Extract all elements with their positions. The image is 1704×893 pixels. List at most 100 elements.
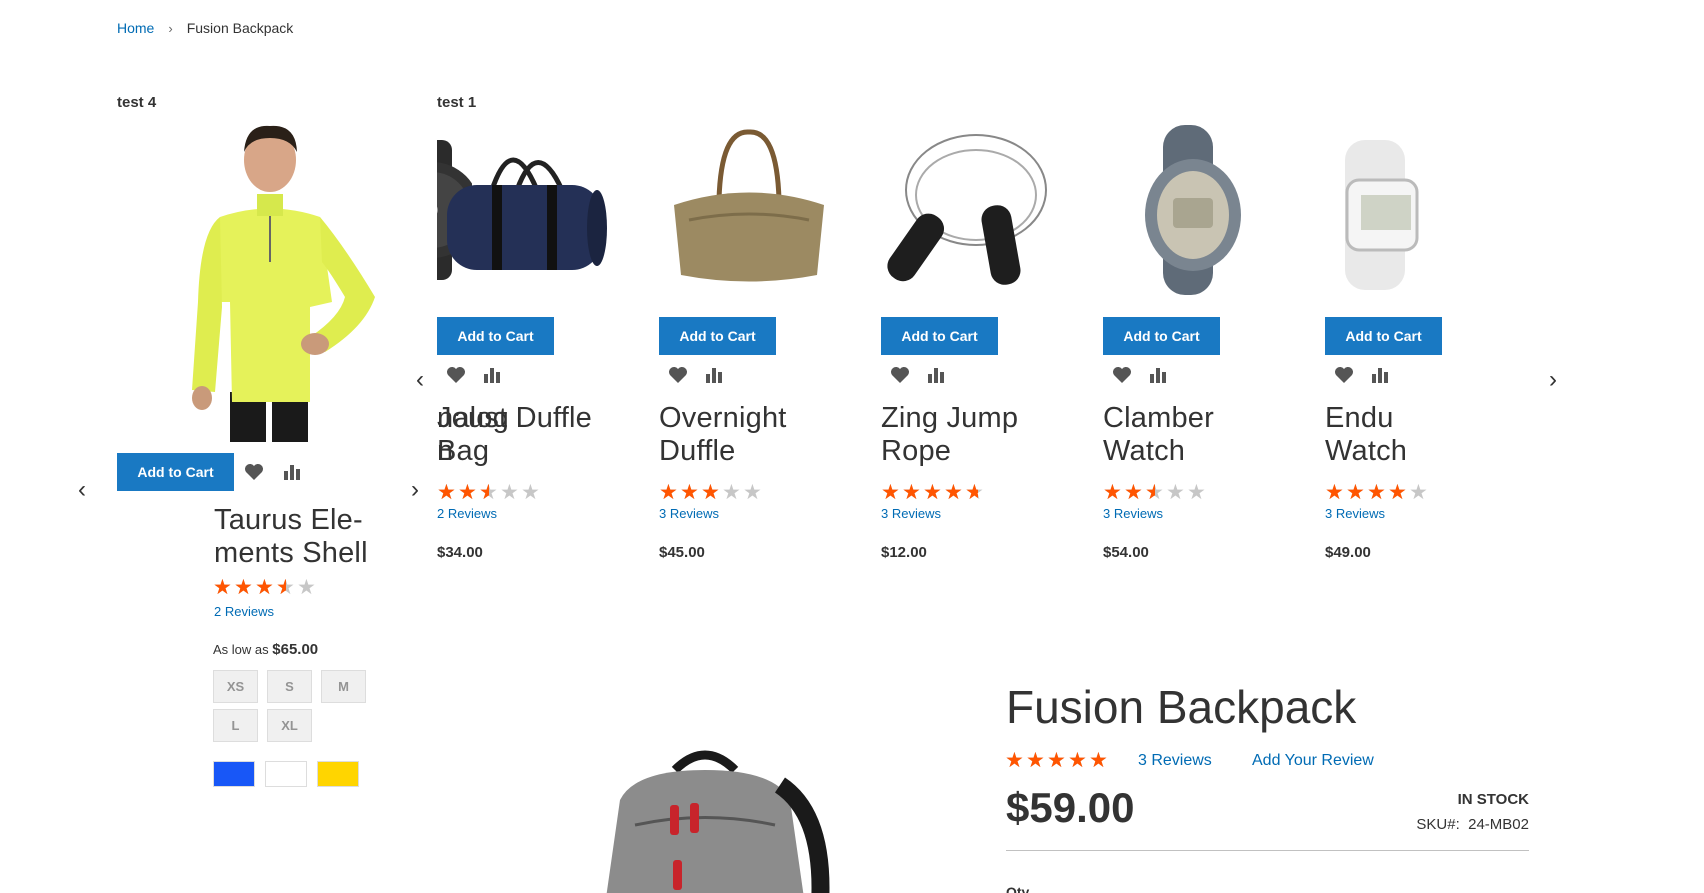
reviews-link[interactable]: 3 Reviews <box>1325 506 1385 521</box>
product-name-line2: Duffle <box>659 435 736 467</box>
main-product-image-backpack[interactable] <box>565 745 845 893</box>
product-name-link[interactable]: Overnight Duffle <box>659 402 859 468</box>
breadcrumb: Home › Fusion Backpack <box>117 20 293 36</box>
size-swatch-l[interactable]: L <box>213 709 258 742</box>
product-name-link[interactable]: Taurus Ele- ments Shell <box>214 504 414 570</box>
star-icon: ★★ <box>297 576 316 599</box>
size-swatch-xs[interactable]: XS <box>213 670 258 703</box>
price-value: $34.00 <box>437 544 483 561</box>
add-your-review-link[interactable]: Add Your Review <box>1252 752 1374 770</box>
star-icon: ★★ <box>1005 749 1024 772</box>
compare-icon[interactable] <box>701 362 727 388</box>
star-icon: ★★ <box>437 481 456 504</box>
reviews-link[interactable]: 3 Reviews <box>659 506 719 521</box>
star-icon: ★★ <box>213 576 232 599</box>
compare-icon[interactable] <box>1367 362 1393 388</box>
color-swatches <box>213 761 359 787</box>
star-icon: ★★ <box>1367 481 1386 504</box>
product-name-line1: Joust Duffle <box>437 402 593 434</box>
star-icon: ★★ <box>1103 481 1122 504</box>
slider-next-arrow-icon[interactable]: › <box>405 476 425 504</box>
star-icon: ★★ <box>881 481 900 504</box>
wishlist-heart-icon[interactable] <box>443 362 469 388</box>
product-actions <box>887 362 949 388</box>
compare-icon[interactable] <box>1145 362 1171 388</box>
rating-stars: ★★★★★★★★★★ <box>1103 482 1207 504</box>
star-icon: ★★ <box>458 481 477 504</box>
compare-icon[interactable] <box>479 362 505 388</box>
product-name-link[interactable]: Joust Duffle Bag <box>437 402 637 468</box>
product-name-line1: Overnight <box>659 402 787 434</box>
divider <box>1006 850 1529 851</box>
product-image-duffle-bag-tan[interactable] <box>659 120 839 300</box>
add-to-cart-button[interactable]: Add to Cart <box>881 317 998 355</box>
color-swatch-blue[interactable] <box>213 761 255 787</box>
rating-stars: ★★★★★★★★★★ <box>437 482 541 504</box>
reviews-link[interactable]: 2 Reviews <box>214 604 274 619</box>
size-swatch-s[interactable]: S <box>267 670 312 703</box>
product-image-watch-grey[interactable] <box>1103 120 1283 300</box>
product-carousel: art nalog n ★ Add to Cart Joust Duf <box>437 120 1547 580</box>
add-to-cart-button[interactable]: Add to Cart <box>659 317 776 355</box>
wishlist-heart-icon[interactable] <box>241 459 267 485</box>
product-name-link[interactable]: Clamber Watch <box>1103 402 1303 468</box>
page-title: Fusion Backpack <box>1006 681 1357 733</box>
star-icon: ★★ <box>902 481 921 504</box>
price-value: $49.00 <box>1325 544 1371 561</box>
wishlist-heart-icon[interactable] <box>1331 362 1357 388</box>
price-value: $65.00 <box>272 641 319 658</box>
product-image-watch-white[interactable] <box>1325 120 1505 300</box>
product-name-link[interactable]: Endu Watch <box>1325 402 1525 468</box>
stock-status: IN STOCK <box>1457 791 1529 808</box>
star-icon: ★★ <box>234 576 253 599</box>
product-image-duffle-bag-navy[interactable] <box>437 120 617 300</box>
qty-label: Qty <box>1006 884 1030 893</box>
compare-icon[interactable] <box>279 459 305 485</box>
sku-value: 24-MB02 <box>1468 816 1529 833</box>
add-to-cart-button[interactable]: Add to Cart <box>117 453 234 491</box>
carousel-prev-arrow-icon[interactable]: ‹ <box>410 366 430 394</box>
breadcrumb-current: Fusion Backpack <box>186 20 294 36</box>
breadcrumb-home-link[interactable]: Home <box>117 20 154 36</box>
compare-icon[interactable] <box>923 362 949 388</box>
add-to-cart-button[interactable]: Add to Cart <box>1103 317 1220 355</box>
price-box: As low as $65.00 <box>213 641 318 658</box>
block-title-test4: test 4 <box>117 94 157 111</box>
reviews-link[interactable]: 3 Reviews <box>881 506 941 521</box>
slider-prev-arrow-icon[interactable]: ‹ <box>72 476 92 504</box>
product-image-jump-rope[interactable] <box>881 120 1061 300</box>
star-icon: ★★ <box>1388 481 1407 504</box>
wishlist-heart-icon[interactable] <box>1109 362 1135 388</box>
reviews-link[interactable]: 3 Reviews <box>1103 506 1163 521</box>
rating-stars: ★★★★★★★★★★ <box>1325 482 1429 504</box>
add-to-cart-button[interactable]: Add to Cart <box>1325 317 1442 355</box>
product-name-line2: Watch <box>1103 435 1186 467</box>
size-swatch-m[interactable]: M <box>321 670 366 703</box>
color-swatch-white[interactable] <box>265 761 307 787</box>
product-actions <box>1331 362 1393 388</box>
product-actions <box>443 362 505 388</box>
chevron-right-icon: › <box>168 20 173 36</box>
star-icon: ★★ <box>1089 749 1108 772</box>
product-name-line1: Taurus Ele- <box>214 504 363 536</box>
color-swatch-yellow[interactable] <box>317 761 359 787</box>
product-actions <box>241 459 305 485</box>
product-name-line2: Rope <box>881 435 952 467</box>
main-reviews-link[interactable]: 3 Reviews <box>1138 752 1212 770</box>
main-rating-stars: ★ ★ ★ ★ ★ ★ ★ ★ ★ ★ <box>1005 750 1109 772</box>
star-icon: ★★ <box>923 481 942 504</box>
star-icon: ★★ <box>1187 481 1206 504</box>
star-icon: ★★ <box>276 576 295 599</box>
wishlist-heart-icon[interactable] <box>887 362 913 388</box>
product-actions <box>1109 362 1171 388</box>
product-image-shell[interactable] <box>160 122 390 442</box>
product-name-line1: Endu <box>1325 402 1394 434</box>
star-icon: ★★ <box>1047 749 1066 772</box>
star-icon: ★★ <box>1068 749 1087 772</box>
wishlist-heart-icon[interactable] <box>665 362 691 388</box>
reviews-link[interactable]: 2 Reviews <box>437 506 497 521</box>
size-swatch-xl[interactable]: XL <box>267 709 312 742</box>
add-to-cart-button[interactable]: Add to Cart <box>437 317 554 355</box>
product-name-link[interactable]: Zing Jump Rope <box>881 402 1081 468</box>
star-icon: ★★ <box>500 481 519 504</box>
